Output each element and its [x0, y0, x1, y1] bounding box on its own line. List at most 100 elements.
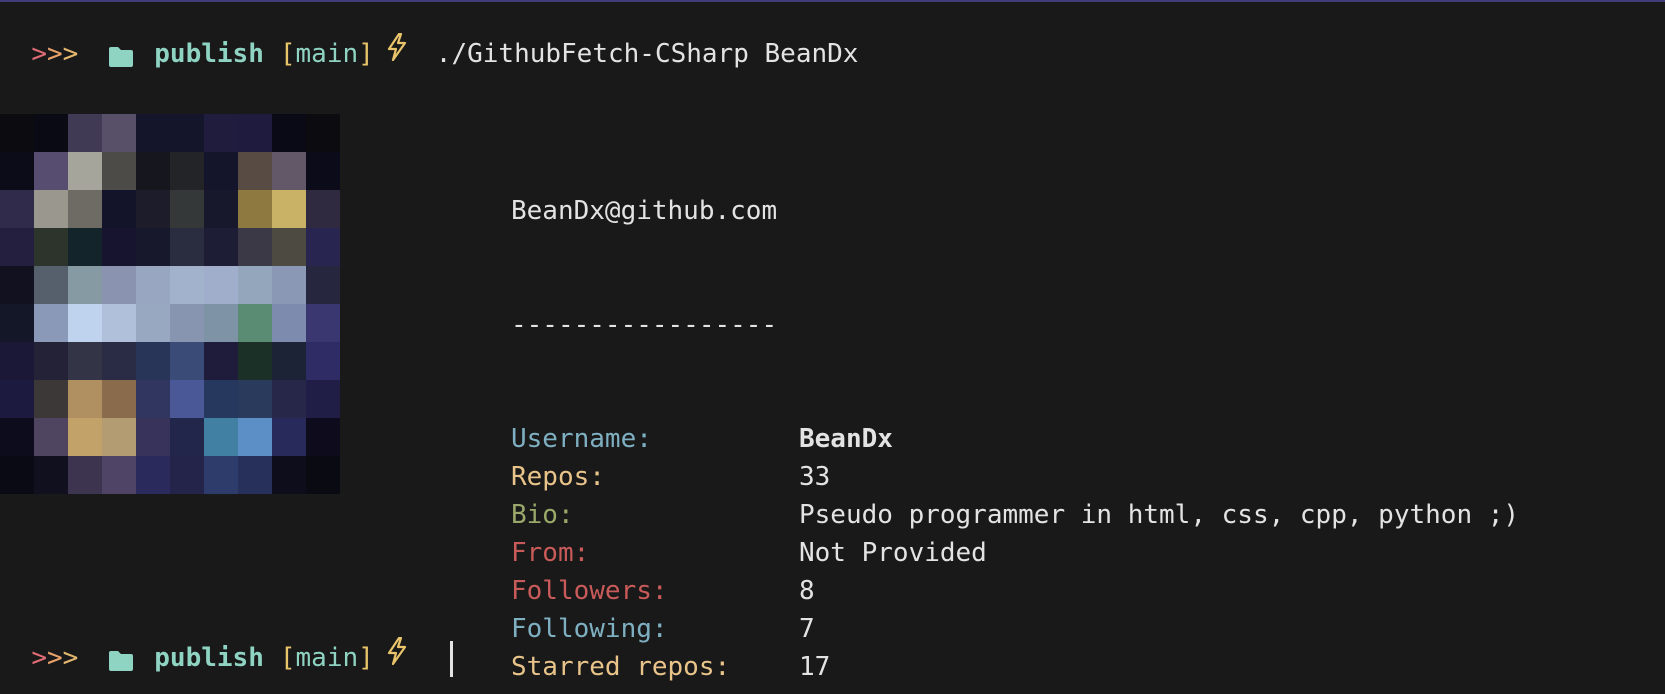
avatar-pixel: [102, 266, 136, 304]
avatar-pixel: [0, 152, 34, 190]
avatar-pixel: [238, 418, 272, 456]
avatar-pixel: [238, 114, 272, 152]
avatar-pixel: [272, 152, 306, 190]
prompt-directory: publish: [154, 39, 264, 69]
avatar-pixel: [272, 228, 306, 266]
avatar-pixel: [68, 304, 102, 342]
avatar-pixel: [102, 190, 136, 228]
info-label: Bio:: [511, 500, 574, 530]
info-value: 33: [799, 462, 831, 492]
folder-icon: [108, 42, 134, 67]
avatar-pixel: [34, 456, 68, 494]
avatar-pixel: [238, 456, 272, 494]
avatar-pixel: [170, 342, 204, 380]
avatar-pixel: [204, 304, 238, 342]
avatar-pixel: [0, 380, 34, 418]
avatar-pixel: [102, 342, 136, 380]
avatar-pixel: [204, 418, 238, 456]
prompt-branch: main: [295, 643, 359, 673]
avatar-pixel: [204, 456, 238, 494]
avatar-pixel: [306, 456, 340, 494]
prompt-branch: main: [295, 39, 359, 69]
avatar-pixel: [170, 190, 204, 228]
avatar-pixel: [68, 114, 102, 152]
avatar-pixel: [102, 456, 136, 494]
avatar-pixel: [0, 456, 34, 494]
prompt-branch-open: [: [279, 643, 296, 673]
avatar-pixel: [170, 114, 204, 152]
avatar-pixel: [306, 114, 340, 152]
avatar-pixel: [306, 304, 340, 342]
avatar-pixel: [238, 228, 272, 266]
avatar-pixel: [0, 304, 34, 342]
avatar-pixel: [170, 228, 204, 266]
info-row: Username: BeanDx: [511, 420, 1519, 458]
info-label: From:: [511, 538, 590, 568]
avatar-pixel: [102, 418, 136, 456]
avatar-pixel: [34, 304, 68, 342]
lightning-bolt-icon: [386, 32, 408, 70]
avatar-pixel: [238, 152, 272, 190]
avatar-pixel: [0, 342, 34, 380]
avatar-pixel: [306, 190, 340, 228]
avatar-pixel: [272, 342, 306, 380]
avatar-pixel: [136, 342, 170, 380]
prompt-arrow-char: >: [62, 39, 79, 69]
avatar-pixel: [238, 266, 272, 304]
avatar-pixel: [0, 114, 34, 152]
avatar-pixel: [136, 380, 170, 418]
avatar-pixel: [68, 152, 102, 190]
avatar-pixel: [34, 190, 68, 228]
avatar-pixel: [306, 152, 340, 190]
avatar-pixel: [68, 456, 102, 494]
avatar-pixel: [170, 380, 204, 418]
avatar-pixel: [34, 266, 68, 304]
avatar-pixel: [306, 418, 340, 456]
avatar-pixel: [102, 114, 136, 152]
info-label: Followers:: [511, 576, 668, 606]
avatar-pixel: [68, 380, 102, 418]
folder-icon: [108, 646, 134, 671]
info-row: Bio: Pseudo programmer in html, css, cpp,…: [511, 496, 1519, 534]
avatar-pixel: [170, 152, 204, 190]
avatar-pixel: [136, 456, 170, 494]
avatar-pixel: [204, 380, 238, 418]
avatar-pixel: [102, 152, 136, 190]
prompt-branch-close: ]: [358, 39, 374, 69]
info-value: Not Provided: [799, 538, 987, 568]
avatar-pixel: [204, 342, 238, 380]
avatar-pixel: [136, 190, 170, 228]
prompt-arrow-char: >: [62, 643, 79, 673]
avatar-pixel: [136, 228, 170, 266]
lightning-bolt-icon: [386, 636, 408, 674]
avatar-pixel: [272, 190, 306, 228]
info-row: Starred repos: 17: [511, 648, 1519, 686]
info-row: Followers: 8: [511, 572, 1519, 610]
prompt-arrows: >>>: [31, 641, 78, 675]
avatar-pixel: [272, 456, 306, 494]
avatar-pixel: [306, 266, 340, 304]
text-cursor[interactable]: [449, 640, 453, 677]
prompt-line-2[interactable]: >>> publish [main]: [0, 606, 453, 677]
prompt-line-1: >>> publish [main] ./GithubFetch-CSharp Bea…: [0, 2, 858, 69]
info-row: Repos: 33: [511, 458, 1519, 496]
avatar-pixel: [68, 266, 102, 304]
avatar-pixel: [272, 114, 306, 152]
info-label: Repos:: [511, 462, 605, 492]
info-label: Username:: [511, 424, 652, 454]
avatar-pixel: [34, 380, 68, 418]
avatar-pixel: [136, 418, 170, 456]
prompt-directory: publish: [154, 643, 264, 673]
avatar-pixel: [34, 418, 68, 456]
avatar-pixel: [272, 304, 306, 342]
prompt-arrow-char: >: [46, 643, 63, 673]
info-label: Starred repos:: [511, 652, 731, 682]
avatar-pixel: [68, 190, 102, 228]
avatar-pixel: [272, 380, 306, 418]
avatar-pixel: [306, 228, 340, 266]
avatar-pixel: [136, 152, 170, 190]
avatar-pixel: [238, 190, 272, 228]
avatar-pixel: [34, 228, 68, 266]
avatar-pixel: [68, 228, 102, 266]
avatar-pixel: [34, 114, 68, 152]
